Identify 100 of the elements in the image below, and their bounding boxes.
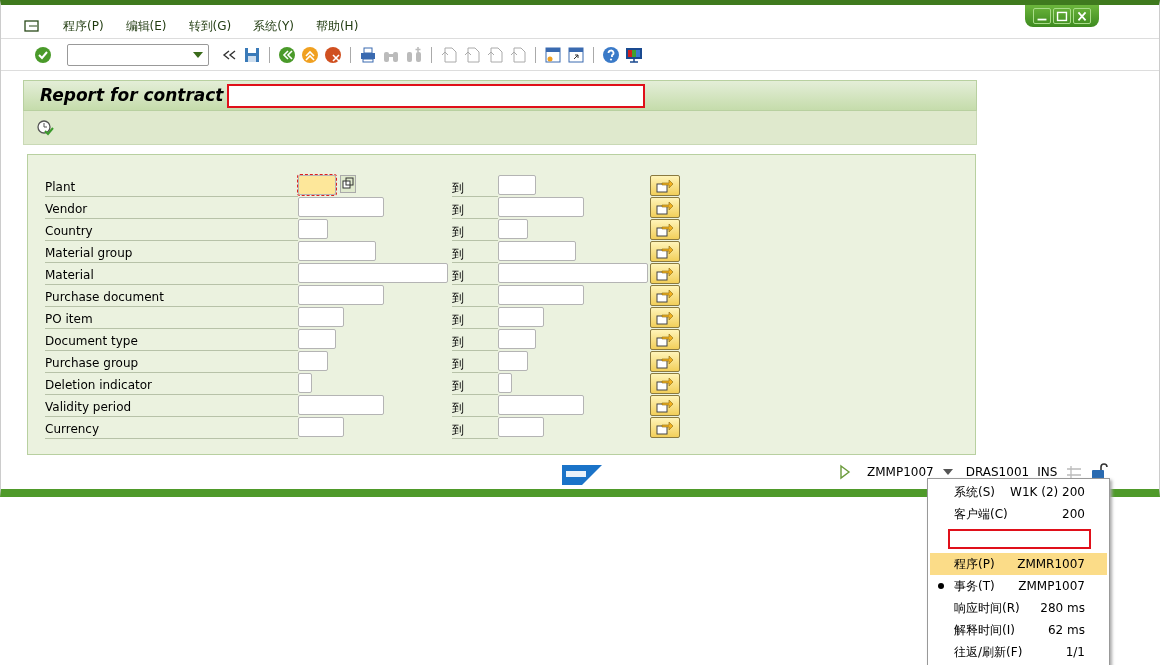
new-window-icon[interactable] (544, 45, 562, 64)
input-field[interactable] (298, 395, 384, 415)
shortcut-icon[interactable] (567, 45, 585, 64)
menu-item-value: 200 (1062, 506, 1085, 523)
dropdown-icon[interactable] (941, 468, 954, 476)
field-label: Material (45, 263, 298, 285)
input-field[interactable] (498, 351, 528, 371)
menu-item[interactable]: 解释时间(I) 62 ms (930, 619, 1107, 641)
arrow-icon (656, 376, 674, 391)
multiple-selection-button[interactable] (650, 417, 680, 438)
input-field[interactable] (298, 329, 336, 349)
menu-item[interactable]: 客户端(C) 200 (930, 503, 1107, 525)
menu-item-value: 1/1 (1065, 644, 1085, 661)
field-label: Material group (45, 241, 298, 263)
menu-item[interactable]: 帮助(H) (315, 16, 359, 35)
arrow-icon (656, 398, 674, 413)
input-field[interactable] (498, 241, 576, 261)
multiple-selection-button[interactable] (650, 263, 680, 284)
menu-item[interactable]: 系统(S) W1K (2) 200 (930, 481, 1107, 503)
multiple-selection-button[interactable] (650, 175, 680, 196)
arrow-icon (656, 420, 674, 435)
arrow-icon (656, 310, 674, 325)
print-icon[interactable] (359, 45, 377, 64)
multiple-selection-button[interactable] (650, 285, 680, 306)
server-name: DRAS1001 (964, 464, 1030, 481)
input-mode: INS (1037, 464, 1058, 481)
arrow-icon (656, 200, 674, 215)
input-field[interactable] (498, 307, 544, 327)
arrow-icon (656, 266, 674, 281)
transaction-code: ZMMP1007 (866, 464, 934, 481)
menu-item-label: 往返/刷新(F) (954, 644, 1023, 661)
input-field[interactable] (498, 263, 648, 283)
help-icon[interactable] (602, 45, 620, 64)
field-label: Currency (45, 417, 298, 439)
input-field[interactable] (498, 373, 512, 393)
menu-item-label: 程序(P) (954, 556, 995, 573)
multiple-selection-button[interactable] (650, 329, 680, 350)
input-field[interactable] (298, 373, 312, 393)
menu-item[interactable]: 程序(P) (63, 16, 104, 35)
menu-icon[interactable] (23, 17, 41, 34)
multiple-selection-button[interactable] (650, 307, 680, 328)
menu-item-label: 事务(T) (954, 578, 995, 595)
field-label: PO item (45, 307, 298, 329)
binoculars-plus-icon[interactable] (405, 45, 423, 64)
monitor-icon[interactable] (625, 45, 643, 64)
multiple-selection-button[interactable] (650, 197, 680, 218)
cancel-icon[interactable] (324, 45, 342, 64)
arrow-icon (656, 178, 674, 193)
screen-title: Report for contract (40, 83, 224, 107)
menu-item-label: 系统(S) (954, 484, 995, 501)
execute-icon[interactable] (36, 118, 54, 137)
logo-icon (562, 465, 602, 485)
input-field[interactable] (498, 197, 584, 217)
save-icon[interactable] (243, 45, 261, 64)
input-field[interactable] (298, 263, 448, 283)
multiple-selection-button[interactable] (650, 373, 680, 394)
input-field[interactable] (298, 307, 344, 327)
back-icon[interactable] (278, 45, 296, 64)
multiple-selection-button[interactable] (650, 395, 680, 416)
check-icon[interactable] (34, 45, 52, 64)
menu-item[interactable]: 程序(P) ZMMR1007 (930, 553, 1107, 575)
field-label: Validity period (45, 395, 298, 417)
input-field[interactable] (498, 175, 536, 195)
input-field[interactable] (298, 175, 336, 195)
input-field[interactable] (498, 329, 536, 349)
input-field[interactable] (498, 417, 544, 437)
menu-item-value: 280 ms (1040, 600, 1085, 617)
field-label: Country (45, 219, 298, 241)
menu-item[interactable]: 响应时间(R) 280 ms (930, 597, 1107, 619)
arrow-icon (656, 288, 674, 303)
up-icon[interactable] (301, 45, 319, 64)
command-field[interactable] (67, 43, 209, 66)
menu-item-value: ZMMP1007 (1018, 578, 1085, 595)
input-field[interactable] (298, 285, 384, 305)
menu-item[interactable]: 编辑(E) (125, 16, 167, 35)
input-field[interactable] (298, 241, 376, 261)
bullet-icon (938, 583, 944, 589)
input-field[interactable] (298, 197, 384, 217)
input-field[interactable] (498, 219, 528, 239)
field-label: Deletion indicator (45, 373, 298, 395)
menu-item[interactable]: 往返/刷新(F) 1/1 (930, 641, 1107, 663)
input-field[interactable] (298, 219, 328, 239)
menu-item-value: 62 ms (1047, 622, 1085, 639)
multiple-selection-button[interactable] (650, 351, 680, 372)
multiple-selection-button[interactable] (650, 219, 680, 240)
input-field[interactable] (298, 417, 344, 437)
input-field[interactable] (498, 395, 584, 415)
play-icon[interactable] (839, 464, 851, 480)
input-field[interactable] (498, 285, 584, 305)
field-label: Vendor (45, 197, 298, 219)
menu-item-label: 响应时间(R) (954, 600, 1020, 617)
arrow-icon (656, 332, 674, 347)
dropdown-icon[interactable] (192, 50, 204, 59)
multiple-selection-button[interactable] (650, 241, 680, 262)
field-label: Purchase group (45, 351, 298, 373)
menu-item[interactable]: 系统(Y) (253, 16, 294, 35)
menu-item[interactable]: 转到(G) (188, 16, 232, 35)
input-field[interactable] (298, 351, 328, 371)
menu-item[interactable]: 事务(T) ZMMP1007 (930, 575, 1107, 597)
multiple-selection-icon[interactable] (340, 175, 356, 193)
